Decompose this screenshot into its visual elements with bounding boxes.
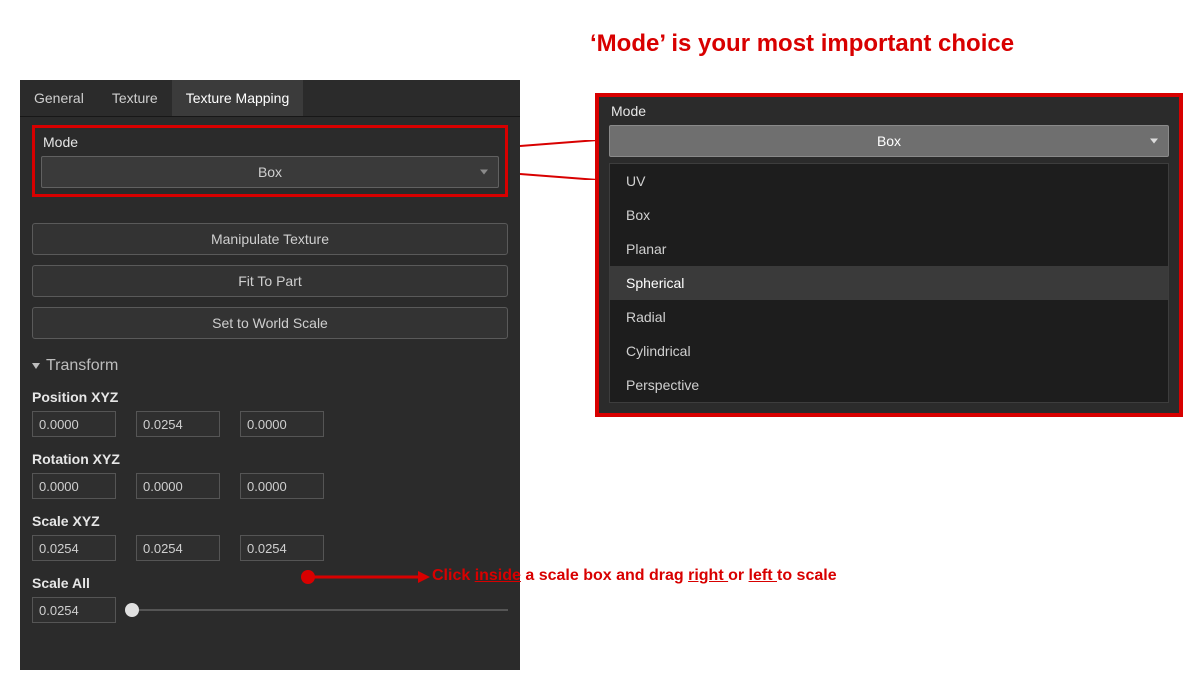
tab-texture-mapping[interactable]: Texture Mapping <box>172 80 304 116</box>
position-xyz-label: Position XYZ <box>32 389 508 405</box>
mode-option-perspective[interactable]: Perspective <box>610 368 1168 402</box>
transform-header: Transform <box>46 357 118 375</box>
mode-dropdown-value: Box <box>258 164 282 180</box>
tab-texture[interactable]: Texture <box>98 80 172 116</box>
mode-dropdown-callout: Mode Box UVBoxPlanarSphericalRadialCylin… <box>595 93 1183 417</box>
rotation-y-input[interactable]: 0.0000 <box>136 473 220 499</box>
mode-label-callout: Mode <box>611 103 1169 119</box>
annotation-title: ‘Mode’ is your most important choice <box>590 30 1014 58</box>
scale-x-input[interactable]: 0.0254 <box>32 535 116 561</box>
chevron-down-icon <box>32 363 40 369</box>
mode-option-cylindrical[interactable]: Cylindrical <box>610 334 1168 368</box>
mode-option-uv[interactable]: UV <box>610 164 1168 198</box>
manipulate-texture-button[interactable]: Manipulate Texture <box>32 223 508 255</box>
chevron-down-icon <box>480 170 488 175</box>
slider-track-line <box>132 609 508 611</box>
tab-general[interactable]: General <box>20 80 98 116</box>
mode-dropdown-open-value: Box <box>877 133 901 149</box>
mode-dropdown[interactable]: Box <box>41 156 499 188</box>
scale-xyz-label: Scale XYZ <box>32 513 508 529</box>
slider-thumb[interactable] <box>125 603 139 617</box>
mode-dropdown-open[interactable]: Box <box>609 125 1169 157</box>
scale-all-input[interactable]: 0.0254 <box>32 597 116 623</box>
annotation-connector <box>520 140 600 180</box>
rotation-xyz-label: Rotation XYZ <box>32 451 508 467</box>
rotation-z-input[interactable]: 0.0000 <box>240 473 324 499</box>
mode-dropdown-menu: UVBoxPlanarSphericalRadialCylindricalPer… <box>609 163 1169 403</box>
mode-option-radial[interactable]: Radial <box>610 300 1168 334</box>
position-z-input[interactable]: 0.0000 <box>240 411 324 437</box>
set-world-scale-button[interactable]: Set to World Scale <box>32 307 508 339</box>
mode-block-highlight: Mode Box <box>32 125 508 197</box>
position-y-input[interactable]: 0.0254 <box>136 411 220 437</box>
mode-option-spherical[interactable]: Spherical <box>610 266 1168 300</box>
scale-z-input[interactable]: 0.0254 <box>240 535 324 561</box>
position-x-input[interactable]: 0.0000 <box>32 411 116 437</box>
mode-option-planar[interactable]: Planar <box>610 232 1168 266</box>
transform-section-toggle[interactable]: Transform <box>32 357 508 375</box>
rotation-x-input[interactable]: 0.0000 <box>32 473 116 499</box>
annotation-scale-hint: Click inside a scale box and drag right … <box>432 567 837 585</box>
mode-option-box[interactable]: Box <box>610 198 1168 232</box>
scale-y-input[interactable]: 0.0254 <box>136 535 220 561</box>
scale-all-slider[interactable] <box>132 601 508 619</box>
fit-to-part-button[interactable]: Fit To Part <box>32 265 508 297</box>
tab-bar: General Texture Texture Mapping <box>20 80 520 117</box>
chevron-down-icon <box>1150 139 1158 144</box>
mode-label: Mode <box>43 134 499 150</box>
